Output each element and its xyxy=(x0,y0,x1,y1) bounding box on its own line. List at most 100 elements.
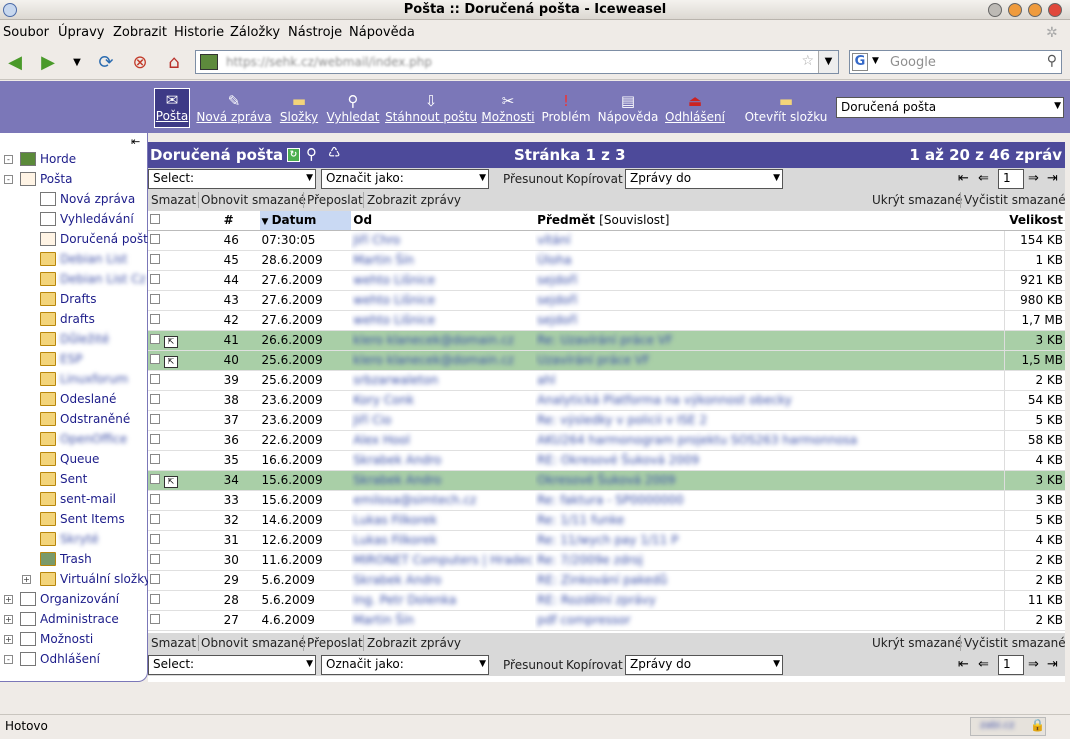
row-checkbox-cell[interactable] xyxy=(148,550,222,571)
message-from[interactable]: MIRONET Computers | Hradec xyxy=(351,550,536,571)
undelete-button[interactable]: Obnovit smazané xyxy=(201,193,306,207)
row-checkbox[interactable] xyxy=(150,414,160,424)
sidebar-item-25[interactable]: Odhlášení xyxy=(20,649,100,669)
messages-to-dropdown-bottom[interactable]: Zprávy do ▼ xyxy=(625,655,783,675)
refresh-mailbox-icon[interactable]: ↻ xyxy=(287,148,300,162)
row-checkbox-cell[interactable] xyxy=(148,230,222,251)
toolbar-options[interactable]: ✂ Možnosti xyxy=(481,88,534,128)
message-from[interactable]: Jiří Cio xyxy=(351,410,536,431)
search-box[interactable]: G ▼ Google ⚲ xyxy=(849,50,1062,74)
message-from[interactable]: wehto Lišnice xyxy=(351,310,536,331)
menu-file[interactable]: Soubor xyxy=(3,25,49,40)
toolbar-compose[interactable]: ✎ Nová zpráva xyxy=(196,88,271,128)
row-checkbox-cell[interactable] xyxy=(148,270,222,291)
mark-as-dropdown-bottom[interactable]: Označit jako: ▼ xyxy=(321,655,489,675)
message-subject[interactable]: Úloha xyxy=(535,250,1004,271)
message-from[interactable]: Ing. Petr Dolenka xyxy=(351,590,536,611)
message-subject[interactable]: pdf compressor xyxy=(535,610,1004,631)
message-subject[interactable]: sejdoří xyxy=(535,270,1004,291)
table-row[interactable]: 45 28.6.2009 Martin Šín Úloha 1 KB xyxy=(148,250,1065,271)
message-subject[interactable]: Uzavírání práce VF xyxy=(535,350,1004,371)
purge-deleted-button[interactable]: Vyčistit smazané xyxy=(964,193,1066,207)
table-row[interactable]: 32 14.6.2009 Lukas Filkorek Re: 1/11 funke 5… xyxy=(148,510,1065,531)
purge-button[interactable]: Smazat xyxy=(151,193,196,207)
row-checkbox-cell[interactable] xyxy=(148,430,222,451)
row-checkbox[interactable] xyxy=(150,314,160,324)
table-row[interactable]: ⇱ 40 25.6.2009 klero klanecek@domain.cz Uzav… xyxy=(148,350,1065,371)
url-dropdown-icon[interactable]: ▼ xyxy=(818,51,838,73)
message-from[interactable]: Skrabek Andro xyxy=(351,450,536,471)
row-checkbox-cell[interactable]: ⇱ xyxy=(148,470,222,491)
row-checkbox[interactable] xyxy=(150,534,160,544)
row-checkbox-cell[interactable]: ⇱ xyxy=(148,350,222,371)
row-checkbox[interactable] xyxy=(150,274,160,284)
row-checkbox[interactable] xyxy=(150,574,160,584)
message-from[interactable]: Skrabek Andro xyxy=(351,570,536,591)
sidebar-item-7[interactable]: Drafts xyxy=(40,289,97,309)
copy-button[interactable]: Kopírovat xyxy=(566,172,623,186)
search-icon[interactable]: ⚲ xyxy=(1047,53,1057,69)
sidebar-item-6[interactable]: Debian List Cz xyxy=(40,269,146,289)
row-checkbox-cell[interactable] xyxy=(148,530,222,551)
table-row[interactable]: 31 12.6.2009 Lukas Filkorek Re: 11/wych pay… xyxy=(148,530,1065,551)
last-page-icon[interactable]: ⇥ xyxy=(1047,657,1058,672)
search-mailbox-icon[interactable]: ⚲ xyxy=(306,145,317,163)
table-row[interactable]: 33 15.6.2009 emilosa@simtech.cz Re: faktura… xyxy=(148,490,1065,511)
purge-deleted-button-bottom[interactable]: Vyčistit smazané xyxy=(964,636,1066,650)
message-subject[interactable]: Analytická Platforma na výkonnost obecky xyxy=(535,390,1004,411)
move-button-bottom[interactable]: Přesunout xyxy=(503,658,563,672)
first-page-icon[interactable]: ⇤ xyxy=(958,657,969,672)
view-messages-button[interactable]: Zobrazit zprávy xyxy=(367,193,461,207)
table-row[interactable]: 28 5.6.2009 Ing. Petr Dolenka RE: Rozdělní … xyxy=(148,590,1065,611)
hide-deleted-button[interactable]: Ukrýt smazané xyxy=(872,193,962,207)
message-from[interactable]: wehto Lišnice xyxy=(351,270,536,291)
copy-button-bottom[interactable]: Kopírovat xyxy=(566,658,623,672)
message-subject[interactable]: Re: výsledky v policii v ISE 2 xyxy=(535,410,1004,431)
next-page-icon[interactable]: ⇒ xyxy=(1028,171,1039,186)
table-row[interactable]: 35 16.6.2009 Skrabek Andro RE: Okresové Šuk… xyxy=(148,450,1065,471)
expand-icon[interactable]: + xyxy=(4,635,13,644)
toolbar-help[interactable]: ▤ Nápověda xyxy=(598,88,659,128)
menu-bookmarks[interactable]: Záložky xyxy=(230,25,280,40)
forward-button-bottom[interactable]: Přeposlat xyxy=(307,636,363,650)
close-button[interactable] xyxy=(1048,3,1062,17)
column-date[interactable]: ▼ Datum xyxy=(259,211,352,231)
last-page-icon[interactable]: ⇥ xyxy=(1047,171,1058,186)
row-checkbox-cell[interactable] xyxy=(148,290,222,311)
sidebar-item-8[interactable]: drafts xyxy=(40,309,95,329)
message-subject[interactable]: sejdoří xyxy=(535,310,1004,331)
sidebar-item-21[interactable]: Virtuální složky xyxy=(40,569,151,589)
hide-deleted-button-bottom[interactable]: Ukrýt smazané xyxy=(872,636,962,650)
collapse-icon[interactable]: - xyxy=(4,655,13,664)
sidebar-item-16[interactable]: Sent xyxy=(40,469,87,489)
row-checkbox[interactable] xyxy=(150,454,160,464)
table-row[interactable]: 43 27.6.2009 wehto Lišnice sejdoří 980 KB xyxy=(148,290,1065,311)
sidebar-item-18[interactable]: Sent Items xyxy=(40,509,125,529)
row-checkbox[interactable] xyxy=(150,234,160,244)
row-checkbox[interactable] xyxy=(150,473,160,484)
sidebar-item-17[interactable]: sent-mail xyxy=(40,489,116,509)
row-checkbox[interactable] xyxy=(150,353,160,364)
toolbar-folders[interactable]: ▬ Složky xyxy=(279,88,319,128)
row-checkbox[interactable] xyxy=(150,333,160,344)
toolbar-problem[interactable]: ! Problém xyxy=(541,88,591,128)
sidebar-item-13[interactable]: Odstraněné xyxy=(40,409,130,429)
engine-dropdown-icon[interactable]: ▼ xyxy=(872,56,879,66)
table-row[interactable]: 27 4.6.2009 Martin Šín pdf compressor 2 KB xyxy=(148,610,1065,631)
undelete-button-bottom[interactable]: Obnovit smazané xyxy=(201,636,306,650)
sidebar-item-10[interactable]: ESP xyxy=(40,349,82,369)
menu-edit[interactable]: Úpravy xyxy=(58,25,104,40)
menu-help[interactable]: Nápověda xyxy=(349,25,415,40)
expand-icon[interactable]: + xyxy=(4,615,13,624)
reload-icon[interactable]: ⟳ xyxy=(95,51,117,73)
column-size[interactable]: Velikost xyxy=(1004,211,1065,231)
next-page-icon[interactable]: ⇒ xyxy=(1028,657,1039,672)
thread-toggle[interactable]: [Souvislost] xyxy=(599,213,669,227)
table-row[interactable]: ⇱ 41 26.6.2009 klero klanecek@domain.cz Re: … xyxy=(148,330,1065,351)
messages-to-dropdown[interactable]: Zprávy do ▼ xyxy=(625,169,783,189)
toolbar-logout[interactable]: ⏏ Odhlášení xyxy=(665,88,725,128)
table-row[interactable]: 46 07:30:05 Jiří Chro vítání 154 KB xyxy=(148,230,1065,251)
row-checkbox-cell[interactable] xyxy=(148,310,222,331)
message-from[interactable]: Lukas Filkorek xyxy=(351,510,536,531)
table-row[interactable]: 30 11.6.2009 MIRONET Computers | Hradec Re:… xyxy=(148,550,1065,571)
